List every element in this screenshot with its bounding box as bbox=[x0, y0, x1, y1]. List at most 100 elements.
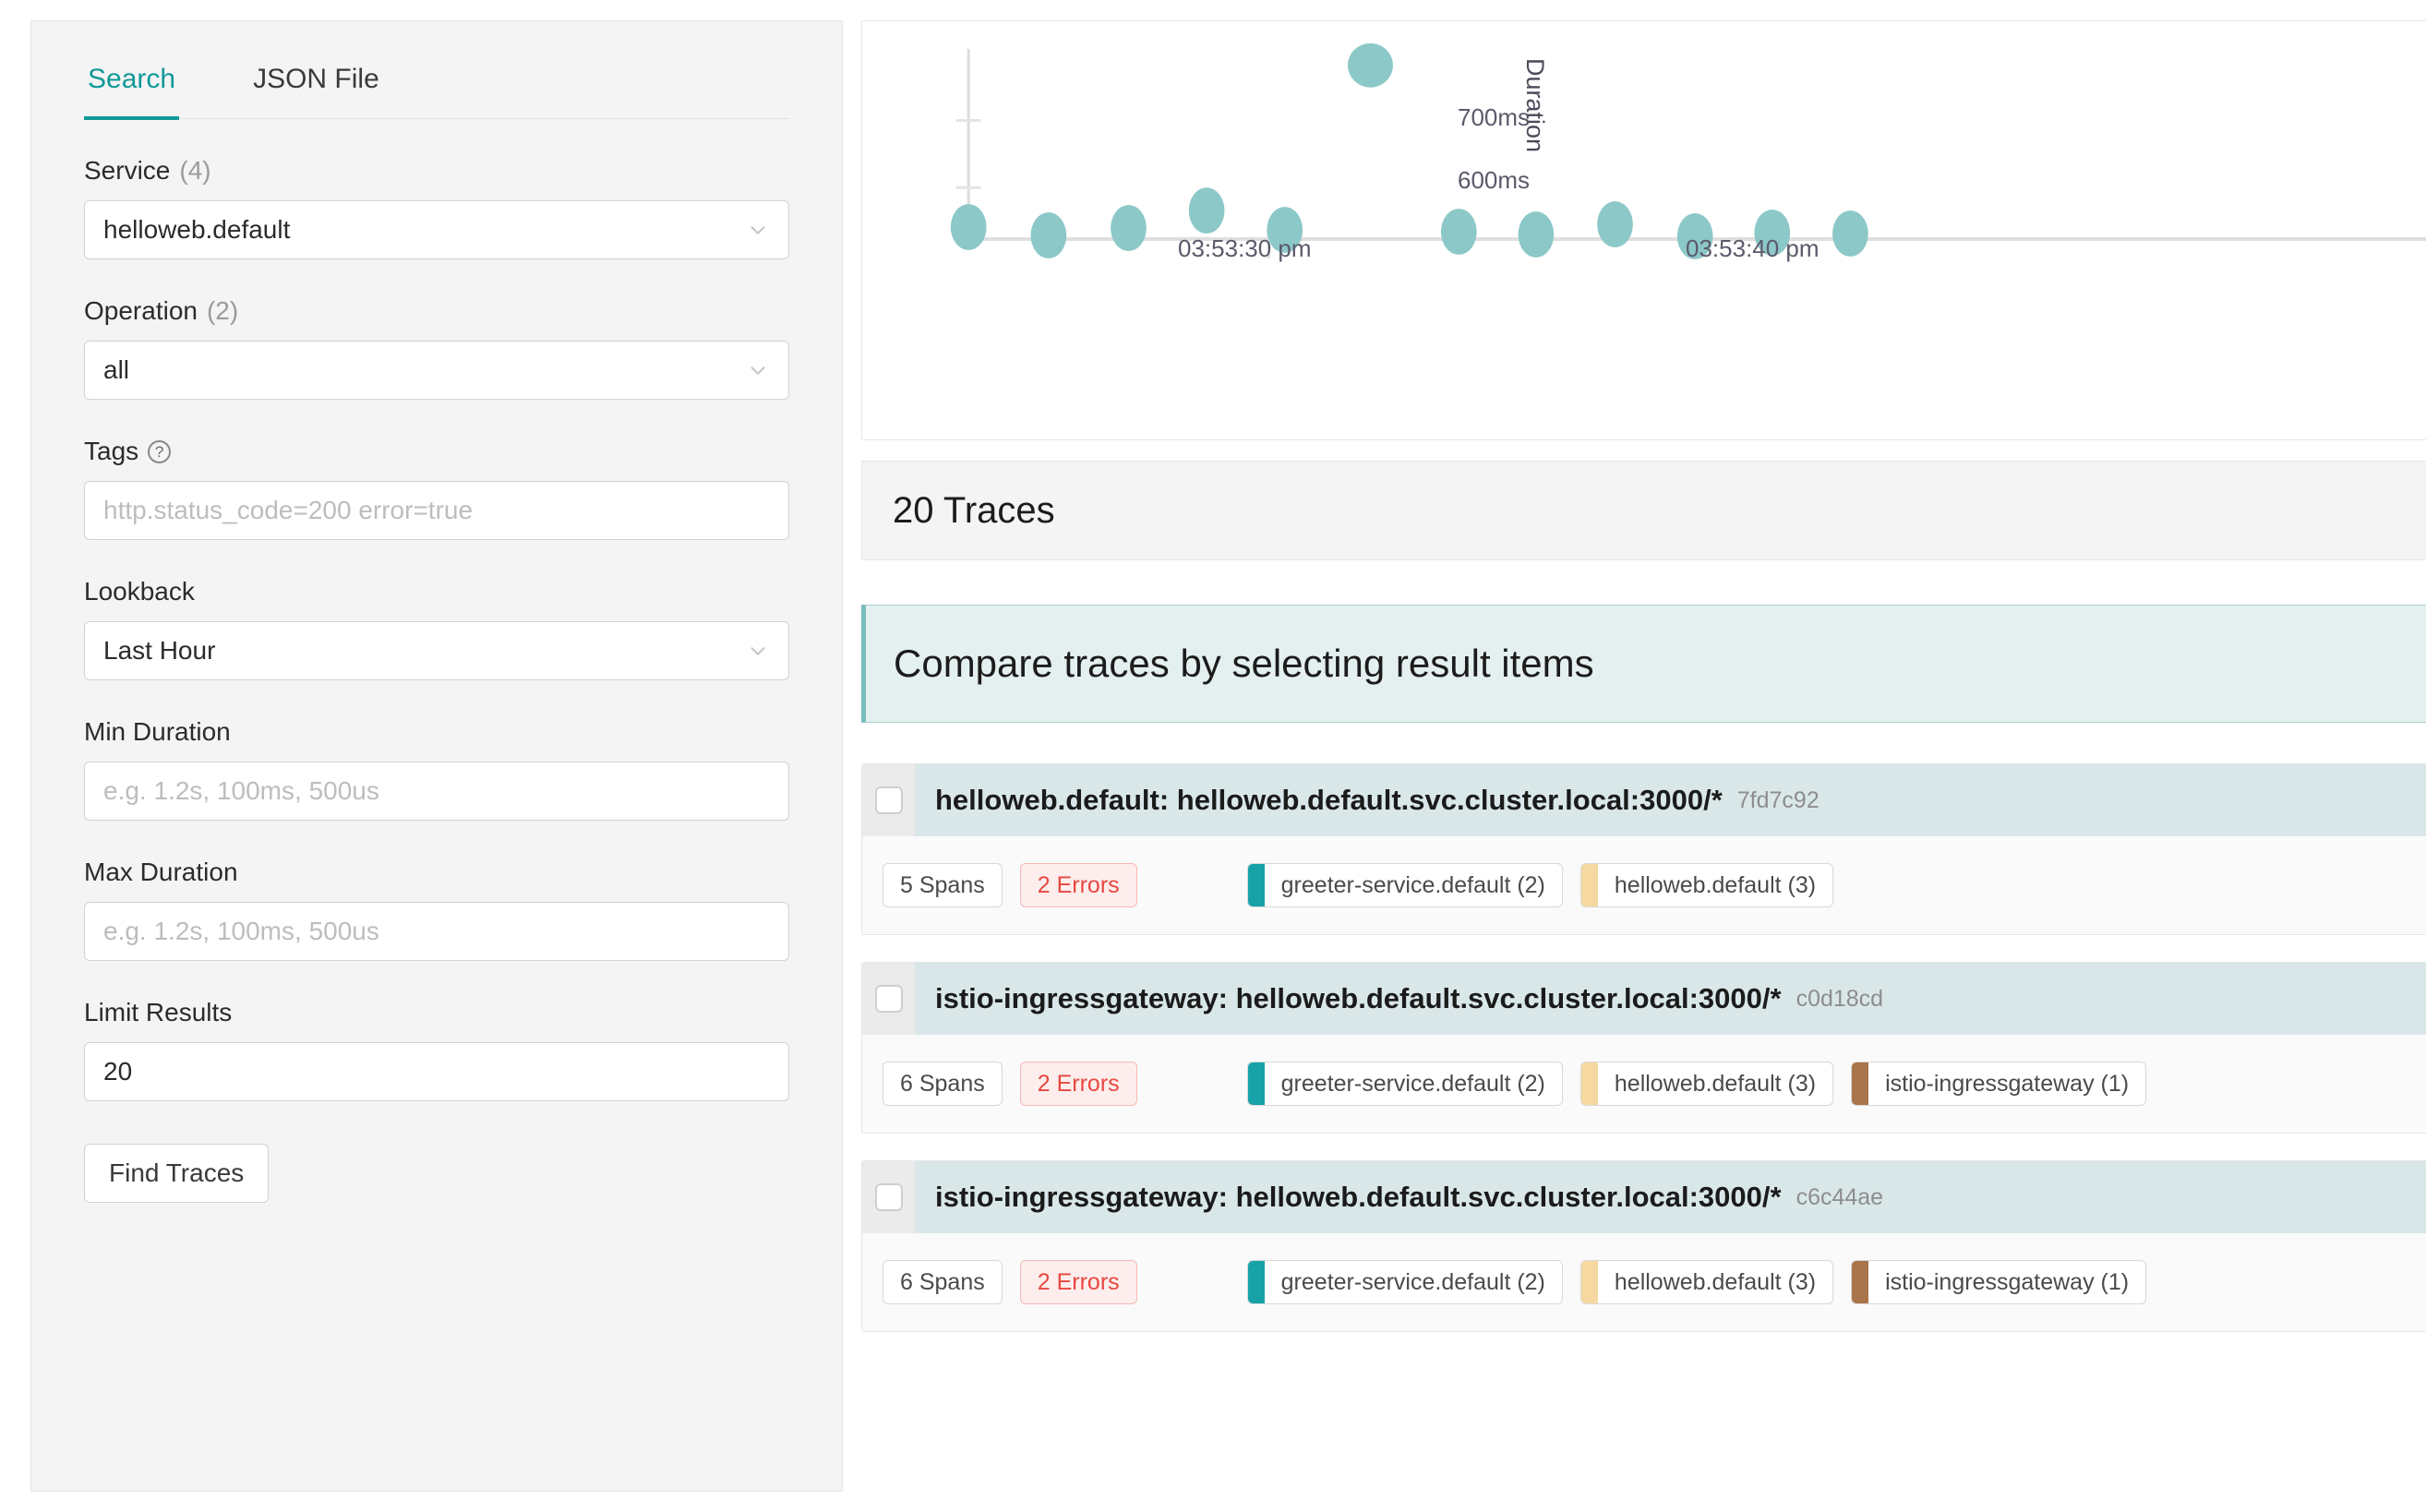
trace-result-header[interactable]: helloweb.default: helloweb.default.svc.c… bbox=[862, 764, 2426, 836]
service-pill[interactable]: istio-ingressgateway (1) bbox=[1851, 1062, 2147, 1106]
error-count-badge: 2 Errors bbox=[1019, 1062, 1137, 1106]
scatter-point[interactable] bbox=[1030, 212, 1067, 258]
lookback-label: Lookback bbox=[84, 577, 195, 606]
trace-result-header[interactable]: istio-ingressgateway: helloweb.default.s… bbox=[862, 963, 2426, 1035]
scatter-point-outlier[interactable] bbox=[1348, 42, 1393, 88]
operation-label-row: Operation (2) bbox=[84, 296, 789, 326]
error-count-badge: 2 Errors bbox=[1019, 863, 1137, 907]
trace-result-item[interactable]: istio-ingressgateway: helloweb.default.s… bbox=[861, 962, 2426, 1134]
trace-result-item[interactable]: istio-ingressgateway: helloweb.default.s… bbox=[861, 1160, 2426, 1332]
trace-result-header[interactable]: istio-ingressgateway: helloweb.default.s… bbox=[862, 1161, 2426, 1233]
trace-select-checkbox-cell[interactable] bbox=[862, 764, 915, 836]
service-pill-label: greeter-service.default (2) bbox=[1280, 1268, 1545, 1295]
limit-results-label: Limit Results bbox=[84, 998, 233, 1026]
lookback-select-value: Last Hour bbox=[103, 636, 216, 665]
help-circle-icon[interactable]: ? bbox=[148, 439, 172, 463]
trace-select-checkbox-cell[interactable] bbox=[862, 963, 915, 1035]
sidebar-wrapper: Search JSON File Service (4) helloweb.de… bbox=[0, 0, 861, 1512]
service-pill[interactable]: helloweb.default (3) bbox=[1579, 1260, 1834, 1304]
tab-search[interactable]: Search bbox=[84, 64, 180, 120]
trace-title-cell[interactable]: istio-ingressgateway: helloweb.default.s… bbox=[915, 963, 2426, 1035]
trace-id: c0d18cd bbox=[1795, 985, 1884, 1012]
jaeger-search-page: Search JSON File Service (4) helloweb.de… bbox=[0, 0, 2426, 1512]
service-pill-group: greeter-service.default (2) helloweb.def… bbox=[1246, 1260, 2147, 1304]
trace-title-cell[interactable]: helloweb.default: helloweb.default.svc.c… bbox=[915, 764, 2426, 836]
span-count-badge: 5 Spans bbox=[883, 863, 1003, 907]
trace-title-cell[interactable]: istio-ingressgateway: helloweb.default.s… bbox=[915, 1161, 2426, 1233]
service-pill-label: greeter-service.default (2) bbox=[1280, 1070, 1545, 1097]
scatter-point[interactable] bbox=[1111, 205, 1147, 251]
service-pill[interactable]: helloweb.default (3) bbox=[1579, 1062, 1834, 1106]
trace-select-checkbox-cell[interactable] bbox=[862, 1161, 915, 1233]
trace-scatter-chart[interactable]: 700ms 600ms Duration 03:53:30 pm 03:53:4… bbox=[861, 20, 2426, 440]
service-pill[interactable]: greeter-service.default (2) bbox=[1246, 863, 1563, 907]
min-duration-input[interactable]: e.g. 1.2s, 100ms, 500us bbox=[84, 762, 789, 821]
trace-select-checkbox[interactable] bbox=[874, 1183, 903, 1211]
min-duration-placeholder: e.g. 1.2s, 100ms, 500us bbox=[103, 776, 379, 805]
lookback-select[interactable]: Last Hour bbox=[84, 621, 789, 680]
tab-json-file[interactable]: JSON File bbox=[249, 64, 383, 118]
find-traces-label: Find Traces bbox=[109, 1158, 245, 1187]
lookback-label-row: Lookback bbox=[84, 577, 789, 606]
compare-traces-banner[interactable]: Compare traces by selecting result items bbox=[861, 605, 2426, 723]
service-select[interactable]: helloweb.default bbox=[84, 200, 789, 259]
main-content: 700ms 600ms Duration 03:53:30 pm 03:53:4… bbox=[861, 0, 2426, 1512]
traces-count-header: 20 Traces bbox=[861, 461, 2426, 560]
find-traces-button[interactable]: Find Traces bbox=[84, 1144, 270, 1203]
limit-results-input[interactable]: 20 bbox=[84, 1042, 789, 1101]
chevron-down-icon bbox=[748, 641, 768, 661]
service-color-swatch bbox=[1580, 864, 1598, 906]
scatter-point[interactable] bbox=[1440, 209, 1477, 255]
service-pill-label: istio-ingressgateway (1) bbox=[1885, 1268, 2130, 1295]
scatter-point[interactable] bbox=[1676, 213, 1713, 259]
field-lookback: Lookback Last Hour bbox=[84, 577, 789, 680]
operation-select[interactable]: all bbox=[84, 341, 789, 400]
traces-count-label: 20 Traces bbox=[893, 489, 1055, 531]
max-duration-label-row: Max Duration bbox=[84, 858, 789, 887]
scatter-point[interactable] bbox=[1188, 187, 1225, 234]
scatter-point[interactable] bbox=[1518, 211, 1555, 258]
tags-label-row: Tags ? bbox=[84, 437, 789, 466]
operation-label: Operation bbox=[84, 296, 198, 325]
service-pill[interactable]: greeter-service.default (2) bbox=[1246, 1062, 1563, 1106]
trace-select-checkbox[interactable] bbox=[874, 985, 903, 1013]
operation-select-value: all bbox=[103, 355, 130, 384]
trace-result-body: 6 Spans 2 Errors greeter-service.default… bbox=[862, 1233, 2426, 1331]
span-count-badge: 6 Spans bbox=[883, 1260, 1003, 1304]
tags-label: Tags bbox=[84, 437, 139, 465]
tags-input[interactable]: http.status_code=200 error=true bbox=[84, 481, 789, 540]
min-duration-label: Min Duration bbox=[84, 717, 231, 746]
scatter-point[interactable] bbox=[1832, 210, 1868, 257]
service-color-swatch bbox=[1247, 1062, 1265, 1105]
scatter-point[interactable] bbox=[1597, 201, 1633, 247]
scatter-point[interactable] bbox=[1267, 207, 1303, 253]
max-duration-input[interactable]: e.g. 1.2s, 100ms, 500us bbox=[84, 902, 789, 961]
service-select-value: helloweb.default bbox=[103, 215, 291, 244]
service-pill[interactable]: greeter-service.default (2) bbox=[1246, 1260, 1563, 1304]
chevron-down-icon bbox=[748, 360, 768, 380]
operation-count: (2) bbox=[206, 296, 239, 325]
scatter-point[interactable] bbox=[1754, 210, 1791, 256]
service-color-swatch bbox=[1580, 1261, 1598, 1303]
field-limit-results: Limit Results 20 bbox=[84, 998, 789, 1101]
search-form-panel: Search JSON File Service (4) helloweb.de… bbox=[30, 20, 843, 1492]
compare-traces-text: Compare traces by selecting result items bbox=[894, 642, 1594, 685]
service-label-row: Service (4) bbox=[84, 156, 789, 186]
service-pill-group: greeter-service.default (2) helloweb.def… bbox=[1246, 863, 1834, 907]
trace-id: c6c44ae bbox=[1795, 1183, 1884, 1210]
scatter-point[interactable] bbox=[950, 204, 987, 250]
service-color-swatch bbox=[1247, 864, 1265, 906]
service-pill[interactable]: helloweb.default (3) bbox=[1579, 863, 1834, 907]
trace-id: 7fd7c92 bbox=[1736, 786, 1820, 813]
field-service: Service (4) helloweb.default bbox=[84, 156, 789, 259]
tab-json-file-label: JSON File bbox=[253, 64, 379, 94]
field-operation: Operation (2) all bbox=[84, 296, 789, 400]
service-pill-label: istio-ingressgateway (1) bbox=[1885, 1070, 2130, 1097]
service-color-swatch bbox=[1247, 1261, 1265, 1303]
trace-select-checkbox[interactable] bbox=[874, 786, 903, 814]
tab-search-label: Search bbox=[88, 64, 176, 94]
field-max-duration: Max Duration e.g. 1.2s, 100ms, 500us bbox=[84, 858, 789, 961]
trace-result-item[interactable]: helloweb.default: helloweb.default.svc.c… bbox=[861, 763, 2426, 935]
service-pill-label: helloweb.default (3) bbox=[1614, 871, 1817, 898]
service-pill[interactable]: istio-ingressgateway (1) bbox=[1851, 1260, 2147, 1304]
